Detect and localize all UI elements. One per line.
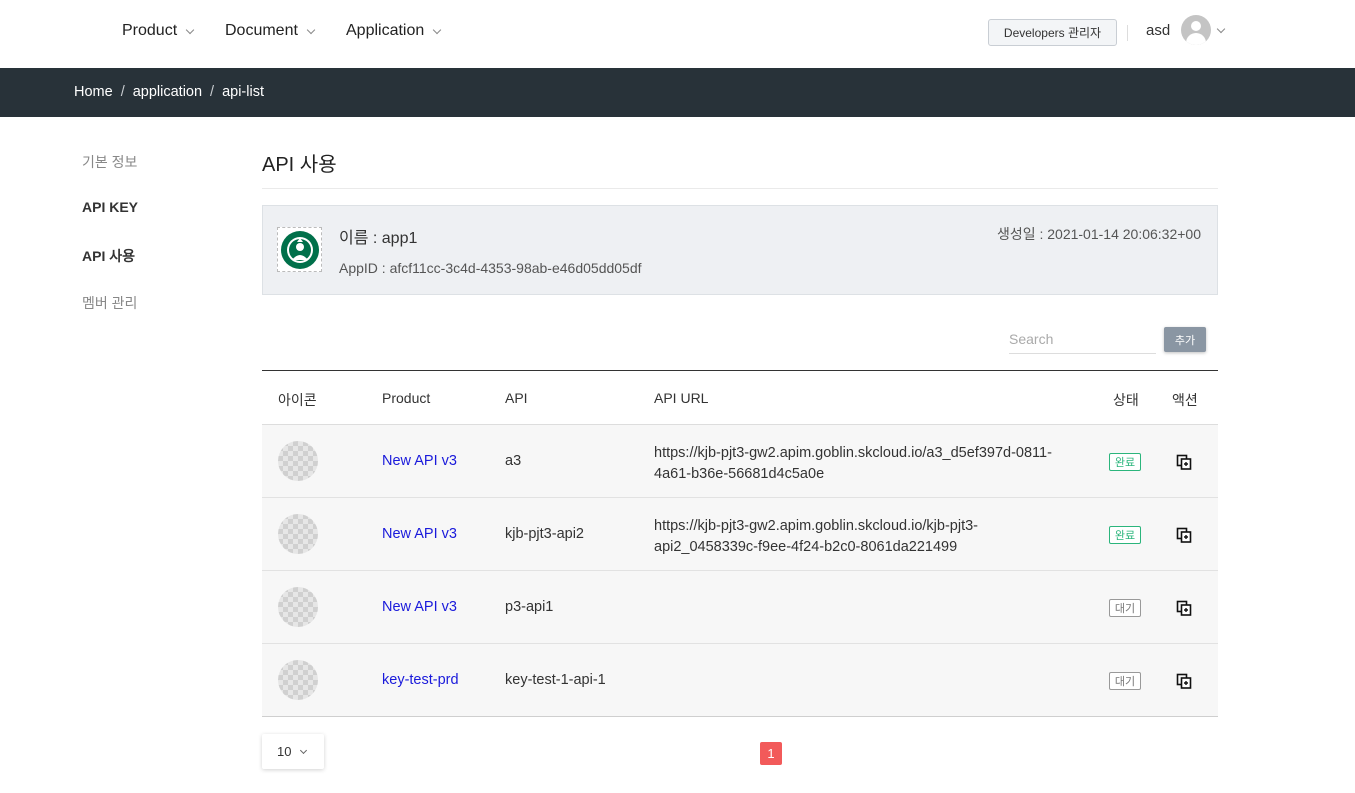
search-input[interactable]: [1009, 324, 1156, 354]
table-row: New API v3 p3-api1 대기: [262, 571, 1218, 644]
breadcrumb-api-list: api-list: [222, 84, 264, 100]
breadcrumb-application[interactable]: application: [133, 84, 202, 100]
column-header-action: 액션: [1172, 392, 1198, 408]
api-url-line: 4a61-b36e-56681d4c5a0e: [654, 466, 825, 482]
breadcrumb-separator: /: [210, 84, 215, 100]
status-badge: 대기: [1109, 672, 1141, 690]
api-name: kjb-pjt3-api2: [505, 526, 584, 542]
sidebar-item-basic-info[interactable]: 기본 정보: [82, 152, 137, 172]
api-placeholder-icon: [278, 514, 318, 554]
app-info-card: 이름 : app1 AppID : afcf11cc-3c4d-4353-98a…: [262, 205, 1218, 295]
table-row: New API v3 kjb-pjt3-api2 https://kjb-pjt…: [262, 498, 1218, 571]
product-link[interactable]: New API v3: [382, 526, 457, 542]
table-row: New API v3 a3 https://kjb-pjt3-gw2.apim.…: [262, 425, 1218, 498]
column-header-api-url: API URL: [654, 390, 709, 406]
breadcrumb-bar: Home / application / api-list: [0, 68, 1355, 117]
breadcrumb: Home / application / api-list: [74, 84, 264, 100]
divider: [262, 188, 1218, 189]
sidebar-item-member-management[interactable]: 멤버 관리: [82, 293, 137, 313]
api-url: https://kjb-pjt3-gw2.apim.goblin.skcloud…: [654, 516, 978, 558]
copy-icon[interactable]: [1176, 454, 1192, 470]
column-header-product: Product: [382, 390, 431, 406]
sidebar-item-api-key[interactable]: API KEY: [82, 199, 138, 215]
nav-product-label: Product: [122, 22, 178, 39]
copy-icon[interactable]: [1176, 527, 1192, 543]
api-url-line: https://kjb-pjt3-gw2.apim.goblin.skcloud…: [654, 518, 978, 534]
starbucks-logo-icon: [280, 230, 319, 269]
api-name: a3: [505, 453, 522, 469]
api-placeholder-icon: [278, 441, 318, 481]
nav-document[interactable]: Document: [225, 22, 316, 40]
app-logo: [277, 227, 322, 272]
column-header-icon: 아이콘: [278, 392, 317, 408]
api-name: key-test-1-api-1: [505, 672, 606, 688]
add-button[interactable]: 추가: [1164, 327, 1206, 352]
api-name: p3-api1: [505, 599, 554, 615]
table-header: 아이콘 Product API API URL 상태 액션: [262, 370, 1218, 425]
developers-admin-button[interactable]: Developers 관리자: [988, 19, 1117, 46]
app-created-date: 생성일 : 2021-01-14 20:06:32+00: [996, 226, 1201, 242]
page-number-current[interactable]: 1: [760, 742, 782, 765]
column-header-api: API: [505, 390, 528, 406]
api-url: https://kjb-pjt3-gw2.apim.goblin.skcloud…: [654, 443, 1052, 485]
api-placeholder-icon: [278, 587, 318, 627]
chevron-down-icon: [300, 746, 308, 754]
breadcrumb-home[interactable]: Home: [74, 84, 113, 100]
status-badge: 대기: [1109, 599, 1141, 617]
username[interactable]: asd: [1146, 22, 1170, 39]
chevron-down-icon: [306, 25, 316, 34]
chevron-down-icon: [185, 25, 195, 34]
sidebar-item-api-usage[interactable]: API 사용: [82, 246, 135, 266]
user-avatar-icon[interactable]: [1181, 15, 1211, 45]
api-placeholder-icon: [278, 660, 318, 700]
api-url-line: https://kjb-pjt3-gw2.apim.goblin.skcloud…: [654, 445, 1052, 461]
table-row: key-test-prd key-test-1-api-1 대기: [262, 644, 1218, 717]
breadcrumb-separator: /: [120, 84, 125, 100]
api-table: 아이콘 Product API API URL 상태 액션 New API v3…: [262, 370, 1218, 717]
chevron-down-icon[interactable]: [1216, 24, 1226, 34]
nav-application[interactable]: Application: [346, 22, 442, 40]
chevron-down-icon: [433, 25, 442, 34]
page-size-value: 10: [277, 744, 292, 759]
api-url-line: api2_0458339c-f9ee-4f24-b2c0-8061da22149…: [654, 539, 958, 555]
nav-application-label: Application: [346, 22, 425, 39]
copy-icon[interactable]: [1176, 673, 1192, 689]
status-badge: 완료: [1109, 526, 1141, 544]
status-badge: 완료: [1109, 453, 1141, 471]
page-title: API 사용: [262, 154, 337, 176]
top-navbar: Product Document Application Developers …: [0, 0, 1355, 68]
page-size-select[interactable]: 10: [262, 734, 324, 769]
divider: [1127, 25, 1128, 41]
nav-document-label: Document: [225, 22, 298, 39]
copy-icon[interactable]: [1176, 600, 1192, 616]
app-id: AppID : afcf11cc-3c4d-4353-98ab-e46d05dd…: [339, 260, 642, 276]
nav-product[interactable]: Product: [122, 22, 195, 40]
product-link[interactable]: key-test-prd: [382, 672, 459, 688]
product-link[interactable]: New API v3: [382, 453, 457, 469]
column-header-status: 상태: [1113, 392, 1139, 408]
app-name: 이름 : app1: [339, 230, 418, 247]
product-link[interactable]: New API v3: [382, 599, 457, 615]
